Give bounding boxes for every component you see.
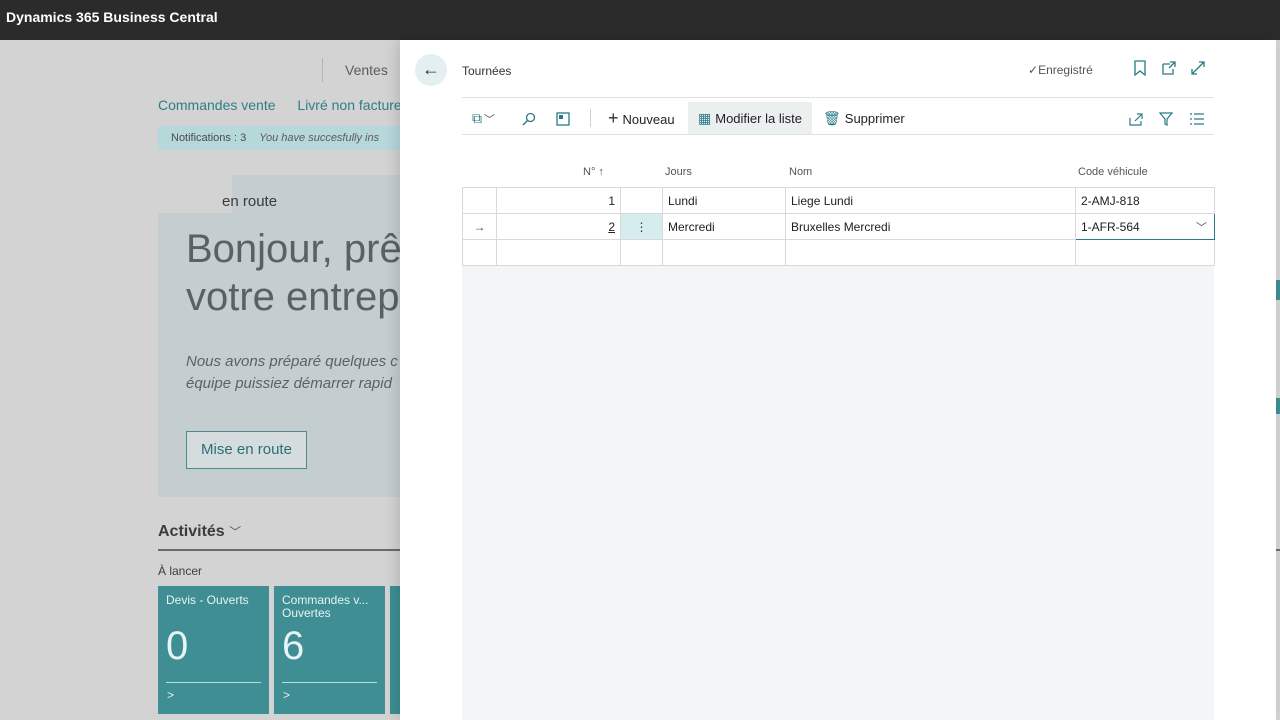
row-indicator (462, 187, 497, 214)
header-divider (462, 97, 1214, 98)
delete-label: Supprimer (844, 111, 905, 126)
tile-label: Commandes v... Ouvertes (282, 593, 369, 620)
chevron-right-icon[interactable]: > (283, 688, 290, 702)
tile-devis-ouverts[interactable]: Devis - Ouverts 0 > (158, 586, 269, 714)
bookmark-icon[interactable] (1134, 60, 1146, 81)
tile-value: 6 (282, 624, 305, 668)
column-nom[interactable]: Nom (789, 166, 812, 178)
row-actions-cell (620, 187, 663, 214)
column-headers: N° ↑ Jours Nom Code véhicule (462, 164, 1214, 184)
cell-no[interactable]: 1 (496, 187, 621, 214)
column-jours[interactable]: Jours (665, 166, 692, 178)
hero-heading: Bonjour, prê votre entrep (186, 225, 402, 321)
save-status: ✓Enregistré (1028, 63, 1093, 77)
row-actions-icon[interactable]: ⋮ (620, 213, 663, 240)
cell-jours[interactable] (662, 239, 786, 266)
tile-label: Devis - Ouverts (166, 593, 249, 607)
edit-list-label: Modifier la liste (715, 111, 802, 126)
hero-text-line2: équipe puissiez démarrer rapid (186, 375, 392, 392)
tile-value: 0 (166, 624, 189, 668)
tile-divider (166, 682, 261, 683)
hero-tab-label: en route (222, 193, 278, 210)
layout-icon[interactable] (556, 102, 570, 134)
cell-no[interactable] (496, 239, 621, 266)
tile-partial (390, 586, 400, 714)
cell-no[interactable]: 2 (496, 213, 621, 240)
chevron-down-icon[interactable]: ﹀ (1196, 219, 1207, 235)
cell-nom[interactable]: Bruxelles Mercredi (785, 213, 1076, 240)
cell-code-vehicule-dropdown[interactable]: 1-AFR-564 ﹀ (1075, 213, 1215, 240)
chevron-down-icon: ﹀ (229, 525, 242, 539)
side-accent (1276, 280, 1280, 300)
edit-list-icon: ▦ (698, 110, 712, 126)
action-toolbar: ⧉ ﹀ + Nouveau ▦ Modifier la liste 🗑 Supprime… (462, 102, 1214, 134)
cell-code-vehicule[interactable] (1075, 239, 1215, 266)
tournees-table: 1 Lundi Liege Lundi 2-AMJ-818 → 2 ⋮ Merc… (462, 187, 1215, 266)
tile-commandes-ouvertes[interactable]: Commandes v... Ouvertes 6 > (274, 586, 385, 714)
plus-icon: + (608, 108, 619, 128)
activities-subtitle: À lancer (158, 564, 203, 578)
quick-links: Commandes vente Livré non facture (158, 97, 420, 113)
cell-jours[interactable]: Mercredi (662, 213, 786, 240)
toolbar-separator (590, 109, 591, 127)
notification-count: Notifications : 3 (171, 132, 247, 144)
filter-icon[interactable] (1158, 102, 1174, 134)
vehicule-value: 1-AFR-564 (1081, 219, 1140, 234)
tile-divider (282, 682, 377, 683)
cell-no-link[interactable]: 2 (608, 220, 615, 234)
row-indicator (462, 239, 497, 266)
search-icon[interactable] (522, 102, 536, 134)
mise-en-route-button[interactable]: Mise en route (186, 431, 307, 469)
activities-title[interactable]: Activités ﹀ (158, 523, 241, 541)
cell-jours[interactable]: Lundi (662, 187, 786, 214)
list-icon[interactable] (1190, 102, 1204, 134)
row-indicator: → (462, 213, 497, 240)
back-arrow-icon[interactable]: ← (415, 54, 447, 86)
save-status-label: Enregistré (1038, 63, 1093, 77)
notification-message: You have succesfully ins (259, 132, 380, 144)
app-title[interactable]: Dynamics 365 Business Central (6, 9, 218, 25)
views-icon[interactable]: ⧉ ﹀ (472, 102, 495, 134)
top-bar: Dynamics 365 Business Central (0, 0, 1280, 40)
table-row[interactable]: 1 Lundi Liege Lundi 2-AMJ-818 (462, 187, 1215, 214)
expand-icon[interactable] (1190, 60, 1206, 81)
hero-tab: en route (222, 175, 418, 215)
column-no[interactable]: N° ↑ (583, 166, 604, 178)
hero-text: Nous avons préparé quelques c équipe pui… (186, 351, 398, 395)
tournees-panel: ← Tournées ✓Enregistré ⧉ ﹀ + Nouveau ▦ Modi… (400, 40, 1276, 720)
hero-heading-line1: Bonjour, prê (186, 227, 402, 271)
open-new-window-icon[interactable] (1161, 60, 1177, 81)
checkmark-icon: ✓ (1028, 63, 1039, 77)
nav-ventes[interactable]: Ventes (322, 58, 388, 82)
new-button-label: Nouveau (622, 112, 675, 127)
notification-bar[interactable]: Notifications : 3 You have succesfully i… (158, 126, 418, 150)
hero-heading-line2: votre entrep (186, 275, 400, 319)
link-livre-non-facture[interactable]: Livré non facture (297, 97, 401, 113)
grid-background (462, 187, 1214, 720)
cell-nom[interactable]: Liege Lundi (785, 187, 1076, 214)
toolbar-divider (462, 134, 1214, 135)
chevron-right-icon[interactable]: > (167, 688, 174, 702)
column-code-vehicule[interactable]: Code véhicule (1078, 166, 1148, 178)
cell-code-vehicule[interactable]: 2-AMJ-818 (1075, 187, 1215, 214)
new-button[interactable]: + Nouveau (608, 102, 675, 134)
hero-card: Bonjour, prê votre entrep Nous avons pré… (158, 213, 418, 497)
delete-button[interactable]: 🗑 Supprimer (823, 102, 905, 134)
hero-text-line1: Nous avons préparé quelques c (186, 353, 398, 370)
page-title: Tournées (462, 64, 512, 78)
table-row[interactable]: → 2 ⋮ Mercredi Bruxelles Mercredi 1-AFR-… (462, 213, 1215, 240)
row-actions-cell (620, 239, 663, 266)
cell-nom[interactable] (785, 239, 1076, 266)
edit-list-button[interactable]: ▦ Modifier la liste (688, 102, 812, 134)
side-accent (1276, 398, 1280, 414)
trash-icon: 🗑 (823, 110, 841, 126)
table-row-empty[interactable] (462, 239, 1215, 266)
share-icon[interactable] (1128, 102, 1143, 134)
link-commandes-vente[interactable]: Commandes vente (158, 97, 276, 113)
activities-label: Activités (158, 523, 225, 540)
